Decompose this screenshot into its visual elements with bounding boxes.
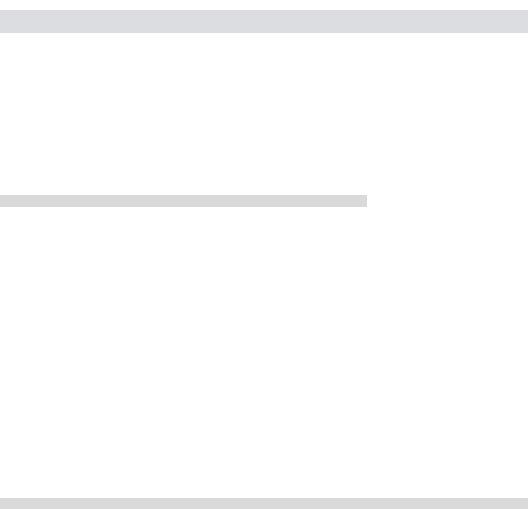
placeholder-bar-mid [0,195,367,207]
placeholder-bar-bottom [0,498,528,509]
placeholder-bar-top [0,10,528,33]
